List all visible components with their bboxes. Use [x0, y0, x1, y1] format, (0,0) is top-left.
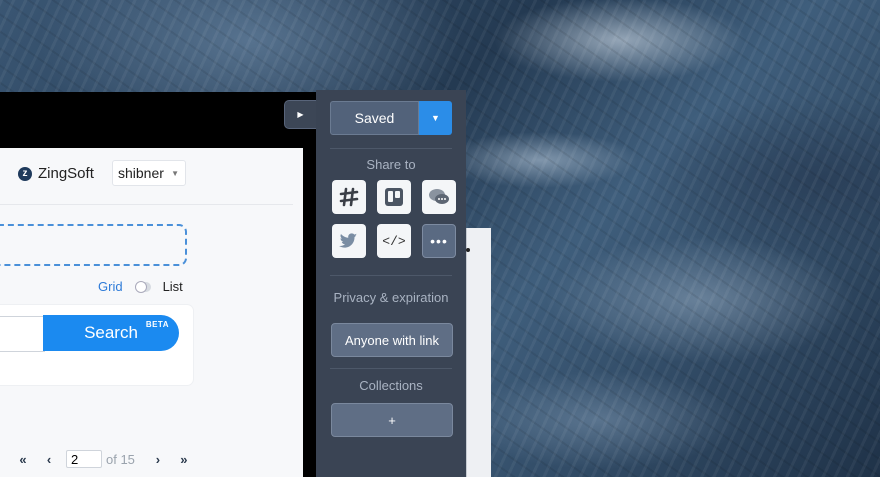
view-switch[interactable]	[134, 280, 151, 293]
chevron-down-icon: ▼	[171, 168, 179, 178]
saved-button[interactable]: Saved	[330, 101, 419, 135]
view-toggle: Grid List	[98, 279, 183, 294]
share-targets: </> •••	[332, 180, 456, 258]
search-button-label: Search	[84, 323, 138, 342]
more-icon[interactable]: •••	[422, 224, 456, 258]
last-page-icon[interactable]: »	[171, 452, 197, 467]
slack-icon[interactable]	[332, 180, 366, 214]
drop-zone[interactable]	[0, 224, 187, 266]
divider	[330, 148, 452, 149]
zingsoft-logo-icon: z	[18, 166, 32, 181]
first-page-icon[interactable]: «	[10, 452, 36, 467]
prev-page-icon[interactable]: ‹	[36, 452, 62, 467]
scrollbar-track[interactable]	[466, 228, 491, 477]
trello-icon[interactable]	[377, 180, 411, 214]
collapse-panel-button[interactable]: ▶	[284, 100, 316, 129]
saved-options-button[interactable]: ▼	[419, 101, 452, 135]
privacy-title: Privacy & expiration	[333, 290, 449, 305]
list-view-option[interactable]: List	[163, 279, 183, 294]
user-name: shibner	[118, 165, 164, 181]
search-input[interactable]	[0, 316, 45, 352]
app-content: z ZingSoft shibner ▼ Grid List Search BE…	[0, 148, 303, 477]
chat-icon[interactable]	[422, 180, 456, 214]
search-button[interactable]: Search BETA	[43, 315, 179, 351]
divider	[330, 275, 452, 276]
beta-badge: BETA	[145, 320, 169, 329]
brand-name: ZingSoft	[38, 165, 94, 182]
scroll-indicator	[466, 248, 470, 252]
next-page-icon[interactable]: ›	[145, 452, 171, 467]
caret-down-icon: ▼	[431, 113, 440, 123]
privacy-button[interactable]: Anyone with link	[331, 323, 453, 357]
add-collection-button[interactable]: +	[331, 403, 453, 437]
caret-right-icon: ▶	[297, 110, 304, 119]
page-number-input[interactable]	[66, 450, 102, 468]
embed-code-icon[interactable]: </>	[377, 224, 411, 258]
twitter-icon[interactable]	[332, 224, 366, 258]
grid-view-option[interactable]: Grid	[98, 279, 123, 294]
saved-button-group: Saved ▼	[330, 101, 452, 135]
pagination: « ‹ of 15 › »	[10, 450, 197, 468]
app-window: z ZingSoft shibner ▼ Grid List Search BE…	[0, 92, 318, 477]
divider	[0, 204, 293, 205]
page-count: of 15	[106, 451, 135, 467]
brand: z ZingSoft	[18, 165, 94, 182]
share-panel: Saved ▼ Share to </> ••• Privacy & expir…	[316, 90, 466, 477]
user-dropdown[interactable]: shibner ▼	[112, 160, 186, 186]
share-title: Share to	[366, 157, 416, 172]
collections-title: Collections	[359, 378, 423, 393]
divider	[330, 368, 452, 369]
